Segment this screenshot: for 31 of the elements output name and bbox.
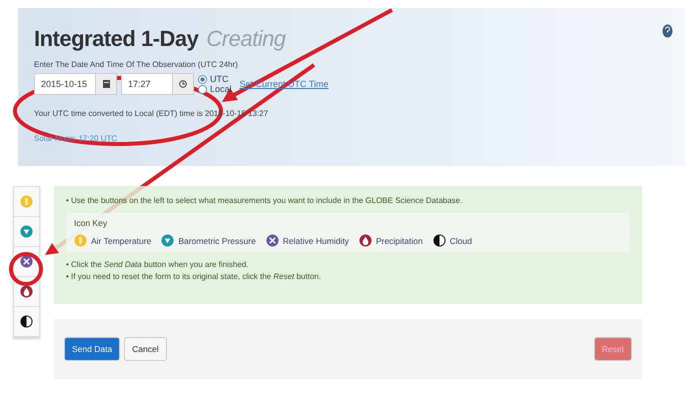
calendar-icon: [102, 80, 110, 88]
cross-circle-icon: [20, 255, 33, 268]
legend-label: Relative Humidity: [282, 236, 349, 246]
instruction-text: • Use the buttons on the left to select what measurements you want to include in the GLOBE Science Database.: [66, 196, 464, 205]
legend-label: Precipitation: [376, 236, 423, 246]
instruction-text: • Click the Send Data button when you are finished.: [66, 260, 250, 269]
date-field[interactable]: 2015-10-15: [34, 73, 117, 95]
measurement-button[interactable]: [14, 307, 39, 337]
send-data-button[interactable]: Send Data: [64, 337, 120, 361]
drop-icon: [20, 285, 33, 298]
date-prompt: Enter The Date And Time Of The Observation (UTC 24hr): [34, 60, 239, 69]
legend-label: Air Temperature: [91, 236, 152, 246]
status-label: Creating: [206, 26, 286, 52]
page-title: Integrated 1-Day: [34, 26, 198, 52]
half-circle-icon: [20, 315, 33, 328]
cancel-button[interactable]: Cancel: [124, 337, 167, 361]
cross-circle-icon: [266, 234, 279, 247]
half-circle-icon: [432, 234, 446, 247]
drop-icon: [358, 234, 372, 247]
annotation-circle: [9, 243, 59, 286]
key-title: Icon Key: [74, 218, 108, 228]
legend-label: Barometric Pressure: [178, 236, 256, 246]
zone-radio[interactable]: UTC: [198, 74, 232, 84]
thermometer-icon: [74, 234, 87, 247]
thermometer-icon: [20, 195, 33, 208]
time-field[interactable]: 17:27: [121, 73, 194, 95]
help-icon[interactable]: [662, 24, 673, 38]
legend-label: Cloud: [450, 236, 472, 246]
clock-icon: [179, 80, 187, 88]
instruction-text: • If you need to reset the form to its original state, click the Reset button.: [66, 272, 322, 281]
zone-radio[interactable]: Local: [198, 84, 232, 94]
